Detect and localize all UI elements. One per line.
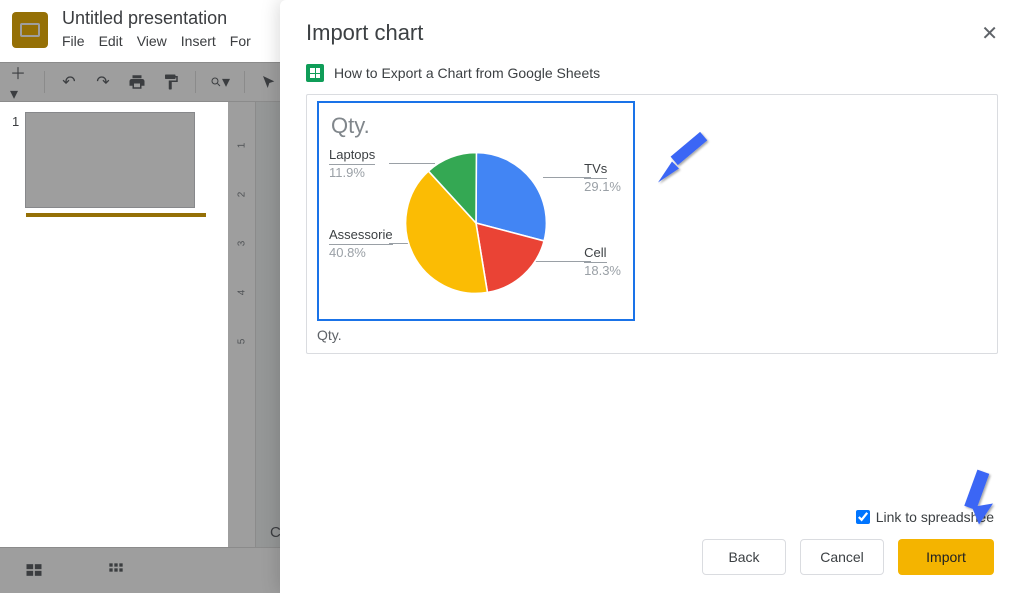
zoom-button[interactable]: ▾ <box>210 72 230 92</box>
slice-label-assessorie: Assessorie <box>329 227 393 245</box>
source-file-name: How to Export a Chart from Google Sheets <box>334 65 600 81</box>
slide-panel: 1 <box>0 102 228 547</box>
close-icon[interactable]: ✕ <box>981 21 998 46</box>
new-slide-button[interactable]: ＋▾ <box>10 72 30 92</box>
dialog-title: Import chart <box>306 20 423 46</box>
slice-label-laptops: Laptops <box>329 147 375 165</box>
annotation-arrow-icon <box>651 123 721 198</box>
slice-pct-assessorie: 40.8% <box>329 245 393 261</box>
grid-view-icon[interactable] <box>106 560 128 582</box>
menu-insert[interactable]: Insert <box>181 33 216 49</box>
slides-logo <box>12 12 48 48</box>
menu-view[interactable]: View <box>137 33 167 49</box>
menu-format[interactable]: For <box>230 33 251 49</box>
print-button[interactable] <box>127 72 147 92</box>
pie-chart <box>396 143 556 303</box>
cancel-button[interactable]: Cancel <box>800 539 884 575</box>
sheets-icon <box>306 64 324 82</box>
import-chart-dialog: Import chart ✕ How to Export a Chart fro… <box>280 0 1024 593</box>
chart-caption: Qty. <box>317 327 987 343</box>
filmstrip-view-icon[interactable] <box>24 560 46 582</box>
undo-button[interactable]: ↶ <box>59 72 79 92</box>
link-to-spreadsheet-checkbox[interactable] <box>856 510 870 524</box>
slide-thumbnail-1[interactable] <box>25 112 195 208</box>
slide-number: 1 <box>12 112 19 208</box>
slice-pct-tvs: 29.1% <box>584 179 621 195</box>
annotation-arrow-icon <box>944 458 1014 533</box>
slice-pct-cell: 18.3% <box>584 263 621 279</box>
menu-file[interactable]: File <box>62 33 85 49</box>
redo-button[interactable]: ↷ <box>93 72 113 92</box>
slice-pct-laptops: 11.9% <box>329 165 375 181</box>
menubar: File Edit View Insert For <box>62 33 251 49</box>
chart-thumbnail[interactable]: Qty. Laptops 11.9% Assessorie 40.8% TVs … <box>317 101 635 321</box>
vertical-ruler: 1 2 3 4 5 <box>228 102 256 547</box>
chart-list: Qty. Laptops 11.9% Assessorie 40.8% TVs … <box>306 94 998 354</box>
doc-title[interactable]: Untitled presentation <box>62 8 251 29</box>
menu-edit[interactable]: Edit <box>99 33 123 49</box>
select-tool[interactable] <box>259 72 279 92</box>
paint-format-button[interactable] <box>161 72 181 92</box>
back-button[interactable]: Back <box>702 539 786 575</box>
chart-inner-title: Qty. <box>331 113 621 139</box>
import-button[interactable]: Import <box>898 539 994 575</box>
